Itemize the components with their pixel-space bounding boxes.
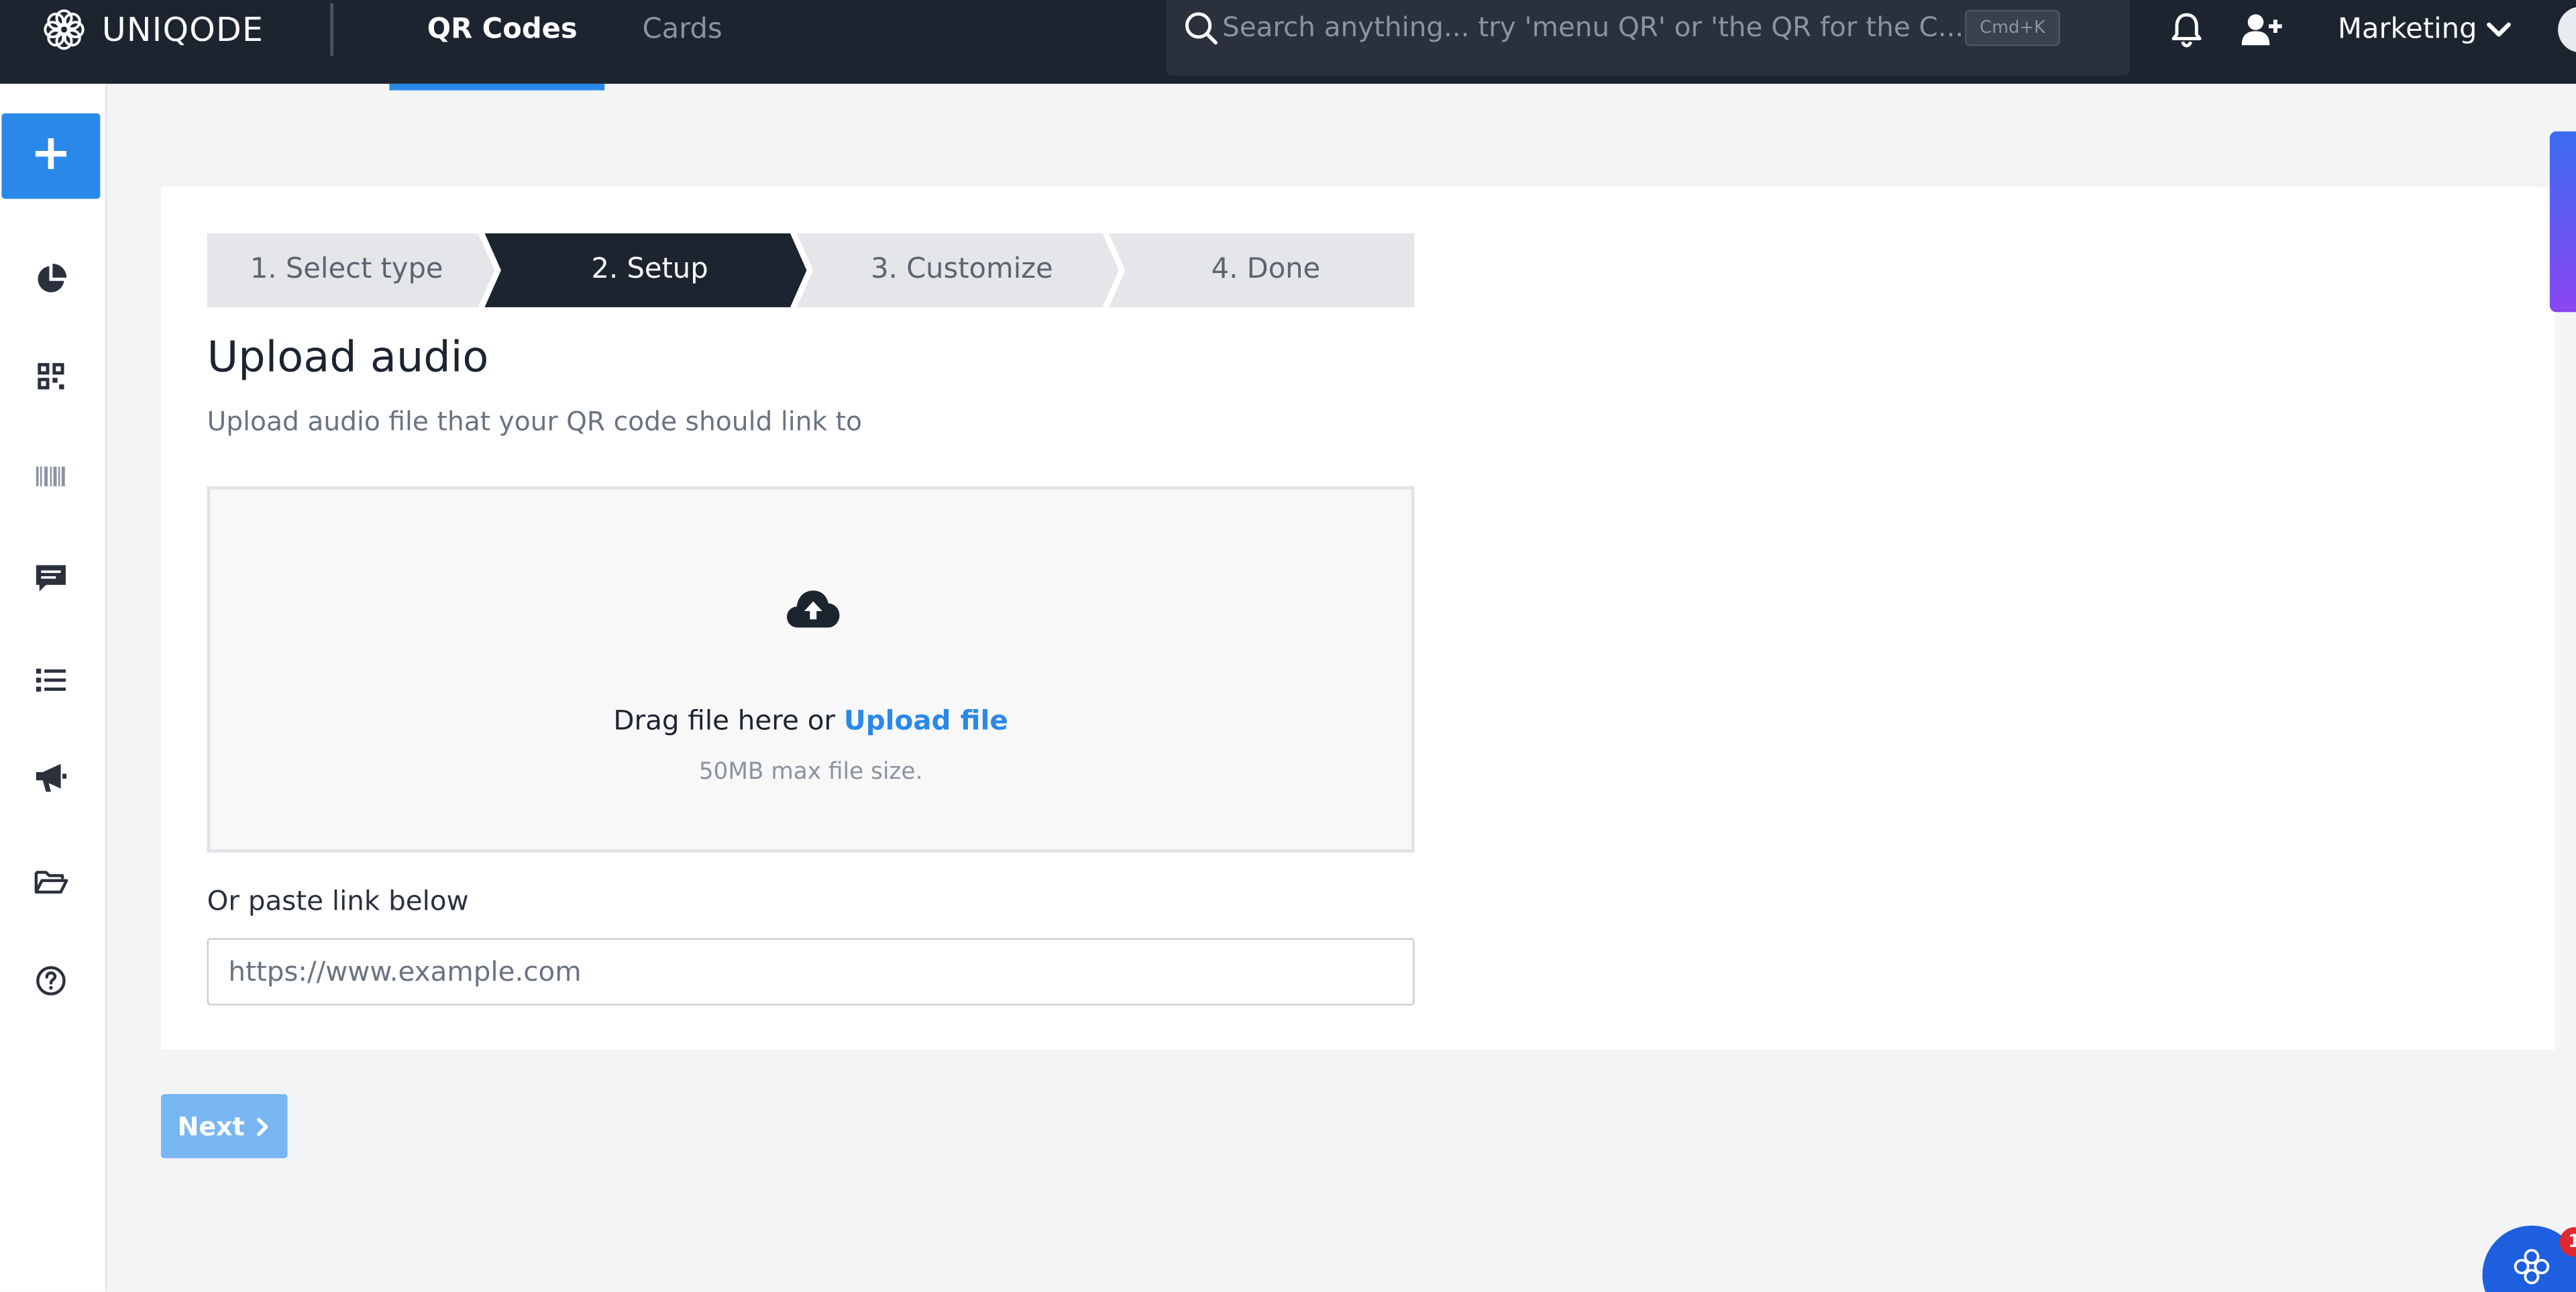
- add-user-icon[interactable]: [2241, 11, 2284, 48]
- workspace-switcher[interactable]: Marketing: [2338, 13, 2512, 46]
- file-dropzone[interactable]: Drag file here or Upload file 50MB max f…: [207, 486, 1415, 853]
- page-title: Upload audio: [207, 333, 489, 383]
- step-label: 3. Customize: [871, 253, 1053, 286]
- brand-logo[interactable]: UNIQODE: [40, 7, 264, 53]
- next-button[interactable]: Next: [161, 1094, 288, 1159]
- chevron-down-icon: [2486, 22, 2511, 37]
- link-url-input[interactable]: [207, 938, 1415, 1006]
- help-circle-icon[interactable]: [33, 963, 69, 999]
- cloud-upload-icon: [787, 590, 840, 628]
- search-shortcut-hint: Cmd+K: [1965, 9, 2061, 46]
- topbar-divider: [330, 3, 334, 56]
- step-customize[interactable]: 3. Customize: [805, 233, 1119, 307]
- search-input-placeholder[interactable]: Search anything... try 'menu QR' or 'the…: [1222, 11, 1964, 43]
- user-avatar[interactable]: [2558, 6, 2576, 53]
- create-new-button[interactable]: +: [1, 113, 101, 199]
- folder-open-icon[interactable]: [33, 864, 69, 900]
- wizard-stepper: 1. Select type 2. Setup 3. Customize 4. …: [207, 233, 1415, 307]
- step-label: 4. Done: [1211, 253, 1321, 286]
- step-label: 1. Select type: [250, 253, 443, 286]
- chat-launcher-logo-icon: [2514, 1248, 2550, 1285]
- step-select-type[interactable]: 1. Select type: [207, 233, 486, 307]
- step-done[interactable]: 4. Done: [1117, 233, 1414, 307]
- list-icon[interactable]: [33, 662, 69, 698]
- tab-qr-codes[interactable]: QR Codes: [427, 13, 578, 46]
- megaphone-icon[interactable]: [33, 759, 69, 795]
- page-subtitle: Upload audio file that your QR code shou…: [207, 405, 862, 437]
- analytics-pie-icon[interactable]: [33, 261, 69, 297]
- active-tab-indicator: [389, 83, 605, 91]
- qr-code-icon[interactable]: [33, 358, 69, 394]
- upload-file-link[interactable]: Upload file: [844, 705, 1008, 737]
- dropzone-instructions: Drag file here or Upload file: [210, 705, 1411, 737]
- chevron-right-icon: [256, 1117, 268, 1136]
- next-button-label: Next: [177, 1111, 245, 1141]
- step-setup[interactable]: 2. Setup: [493, 233, 807, 307]
- bell-icon[interactable]: [2169, 11, 2205, 48]
- brand-name: UNIQODE: [101, 9, 264, 50]
- global-search[interactable]: Search anything... try 'menu QR' or 'the…: [1166, 0, 2129, 76]
- chat-icon[interactable]: [33, 560, 69, 596]
- paste-link-label: Or paste link below: [207, 885, 469, 917]
- max-file-size-note: 50MB max file size.: [698, 759, 923, 786]
- tab-cards[interactable]: Cards: [643, 13, 722, 46]
- search-icon: [1185, 12, 1218, 45]
- drag-text: Drag file here or: [613, 704, 836, 737]
- feedback-side-tab[interactable]: [2549, 131, 2576, 313]
- step-label: 2. Setup: [591, 253, 708, 286]
- barcode-icon[interactable]: [33, 458, 69, 494]
- top-navigation-bar: UNIQODE QR Codes Cards Search anything..…: [0, 0, 2576, 84]
- uniqode-logo-icon: [44, 9, 85, 50]
- workspace-label: Marketing: [2337, 13, 2477, 46]
